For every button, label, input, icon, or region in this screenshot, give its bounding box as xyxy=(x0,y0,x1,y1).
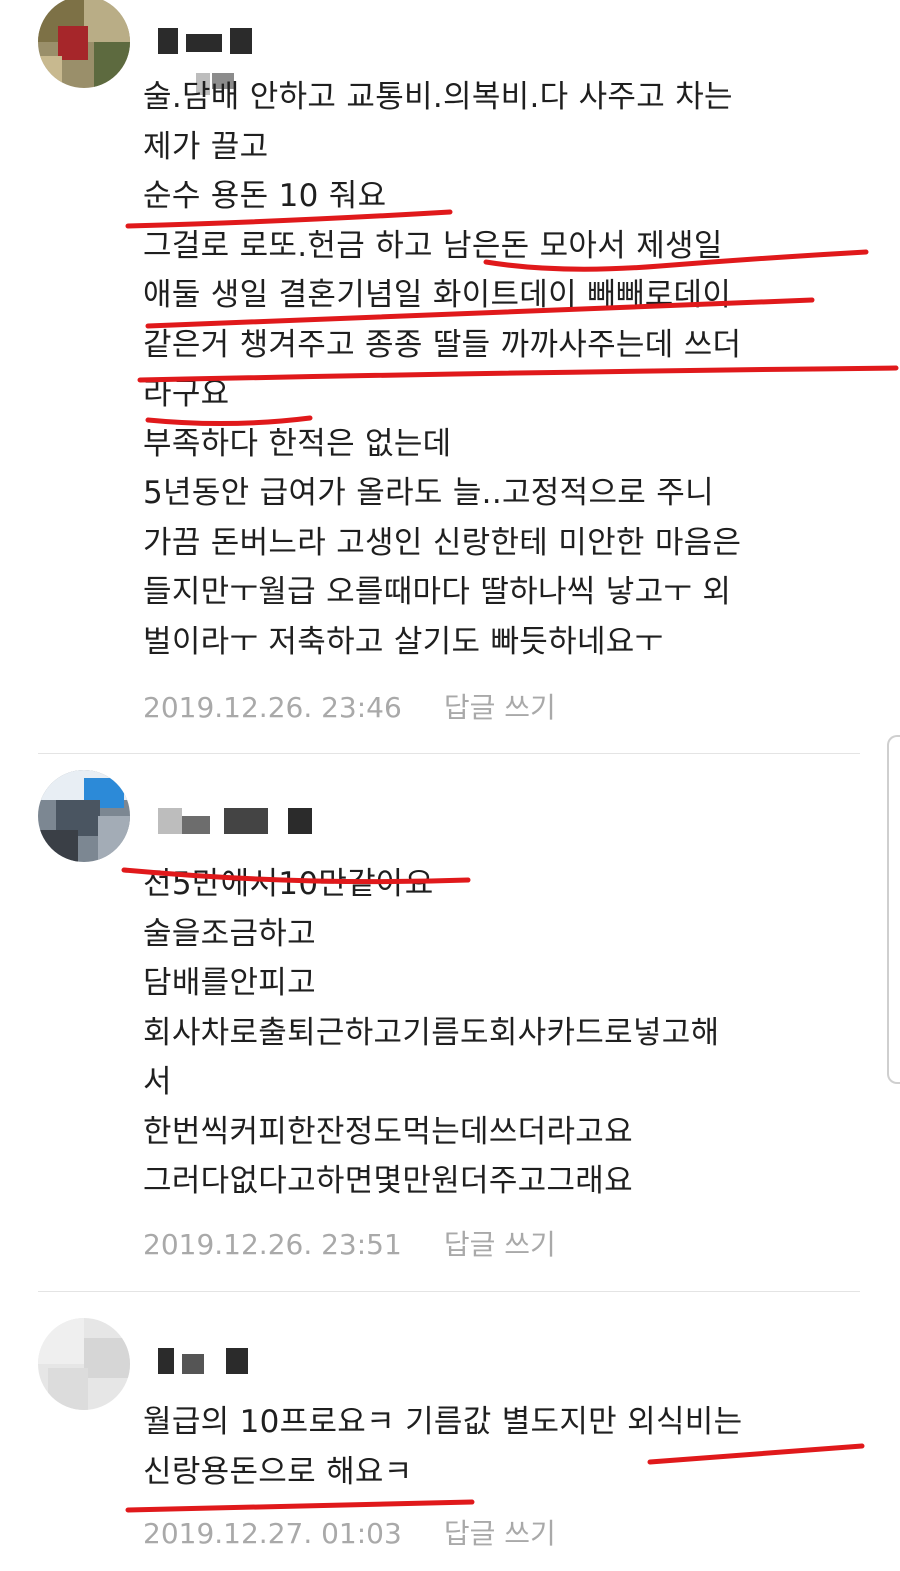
comment-text-line: 벌이라ㅜ 저축하고 살기도 빠듯하네요ㅜ xyxy=(143,623,664,660)
comment-text-line: 월급의 10프로요ㅋ 기름값 별도지만 외식비는 xyxy=(143,1404,743,1440)
comment-text-line: 한번씩커피한잔정도먹는데쓰더라고요 xyxy=(143,1113,633,1150)
comment-body: 전5만에서10만같아요 술을조금하고 담배를안피고 회사차로출퇴근하고기름도회사… xyxy=(143,860,719,1207)
comment-text-line: 들지만ㅜ월급 오를때마다 딸하나씩 낳고ㅜ 외 xyxy=(143,574,732,610)
author-name-blurred xyxy=(158,1348,258,1374)
divider xyxy=(38,1291,860,1292)
comment-body: 월급의 10프로요ㅋ 기름값 별도지만 외식비는 신랑용돈으로 해요ㅋ xyxy=(143,1398,742,1497)
reply-link[interactable]: 답글 쓰기 xyxy=(444,691,556,724)
comment-text-line: 가끔 돈버느라 고생인 신랑한테 미안한 마음은 xyxy=(143,524,742,561)
comment-text-line: 회사차로출퇴근하고기름도회사카드로넣고해 xyxy=(143,1014,720,1051)
red-underline xyxy=(125,1499,475,1513)
comment-text-line: 순수 용돈 10 줘요 xyxy=(143,178,387,214)
comment-text-line: 같은거 챙겨주고 종종 딸들 까까사주는데 쓰더 xyxy=(143,326,742,363)
reply-link[interactable]: 답글 쓰기 xyxy=(444,1517,556,1550)
comment-text-line: 신랑용돈으로 해요ㅋ xyxy=(143,1453,413,1490)
comment-text-line: 술을조금하고 xyxy=(143,915,316,952)
avatar[interactable] xyxy=(38,770,130,862)
comment-text-line: 제가 끌고 xyxy=(143,128,269,165)
comment-meta: 2019.12.26. 23:46 답글 쓰기 xyxy=(143,686,556,726)
comment-meta: 2019.12.26. 23:51 답글 쓰기 xyxy=(143,1223,556,1263)
comment-text-line: 애둘 생일 결혼기념일 화이트데이 빼빼로데이 xyxy=(143,277,732,313)
comment-text-line: 담배를안피고 xyxy=(143,965,316,1001)
timestamp: 2019.12.26. 23:51 xyxy=(143,1228,402,1261)
author-name-blurred xyxy=(158,808,318,834)
comment-text-line: 전5만에서10만같아요 xyxy=(143,866,434,902)
avatar[interactable] xyxy=(38,0,130,88)
comment-text-line: 술.담배 안하고 교통비.의복비.다 사주고 차는 xyxy=(143,79,733,115)
comment-text-line: 부족하다 한적은 없는데 xyxy=(143,425,452,462)
comment-meta: 2019.12.27. 01:03 답글 쓰기 xyxy=(143,1512,556,1552)
comment-text-line: 그걸로 로또.헌금 하고 남은돈 모아서 제생일 xyxy=(143,227,723,264)
comment-body: 술.담배 안하고 교통비.의복비.다 사주고 차는 제가 끌고 순수 용돈 10… xyxy=(143,73,741,667)
comment-text-line: 5년동안 급여가 올라도 늘..고정적으로 주니 xyxy=(143,475,714,511)
comment-text-line: 그러다없다고하면몇만원더주고그래요 xyxy=(143,1163,633,1199)
timestamp: 2019.12.27. 01:03 xyxy=(143,1517,402,1550)
comment-text-line: 라구요 xyxy=(143,376,230,412)
timestamp: 2019.12.26. 23:46 xyxy=(143,691,402,724)
avatar[interactable] xyxy=(38,1318,130,1410)
scroll-edge-indicator xyxy=(887,735,900,1084)
reply-link[interactable]: 답글 쓰기 xyxy=(444,1228,556,1261)
author-name-blurred xyxy=(158,28,258,54)
comment-text-line: 서 xyxy=(143,1064,172,1100)
divider xyxy=(38,753,860,754)
